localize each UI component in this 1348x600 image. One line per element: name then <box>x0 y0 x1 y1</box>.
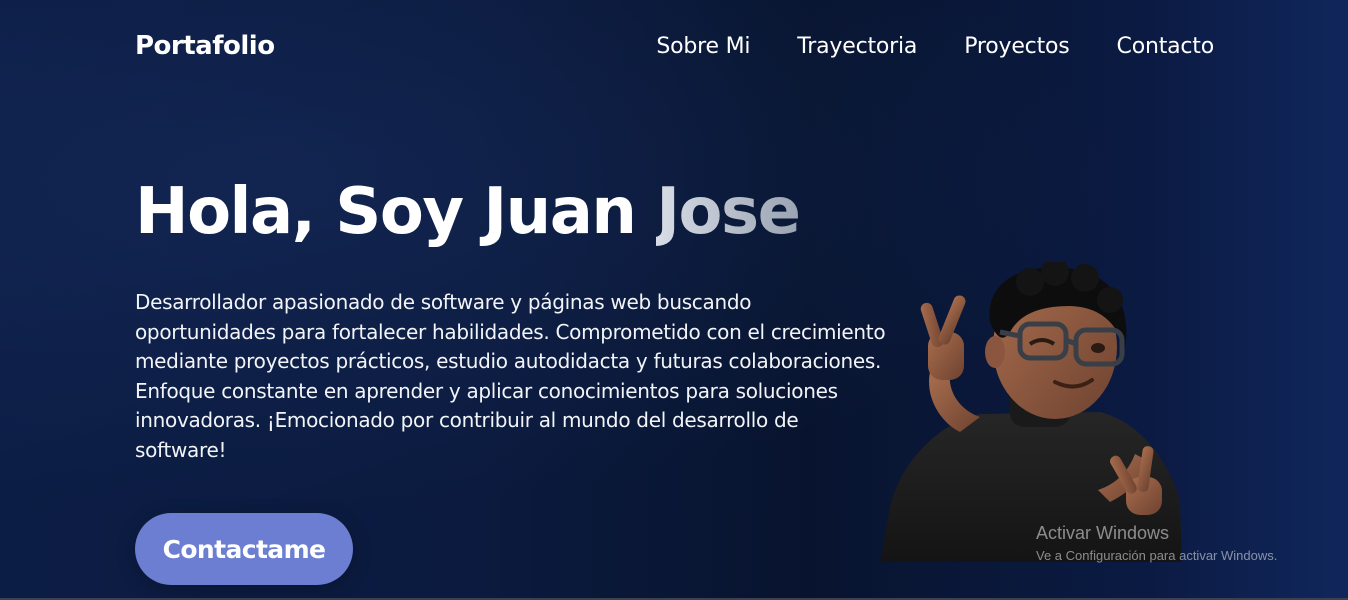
watermark-title: Activar Windows <box>1036 523 1170 543</box>
windows-activation-watermark: Activar Windows Ve a Configuración para … <box>1036 522 1277 566</box>
contact-button[interactable]: Contactame <box>135 513 353 585</box>
hero-title-main: Hola, Soy Juan <box>135 175 657 249</box>
hero-description: Desarrollador apasionado de software y p… <box>135 290 886 462</box>
nav-links: Sobre Mi Trayectoria Proyectos Contacto <box>656 34 1214 59</box>
hero-title-accent: Jose <box>656 175 801 249</box>
hero-title: Hola, Soy Juan Jose <box>135 170 895 254</box>
nav-link-proyectos[interactable]: Proyectos <box>964 34 1070 59</box>
nav-link-trayectoria[interactable]: Trayectoria <box>797 34 917 59</box>
navbar: Portafolio Sobre Mi Trayectoria Proyecto… <box>0 0 1348 96</box>
nav-link-contacto[interactable]: Contacto <box>1117 34 1215 59</box>
avatar-illustration <box>880 262 1182 562</box>
nav-link-sobre-mi[interactable]: Sobre Mi <box>656 34 750 59</box>
brand-logo[interactable]: Portafolio <box>135 31 275 61</box>
hero-section: Hola, Soy Juan Jose Desarrollador apasio… <box>135 170 895 462</box>
watermark-subtitle: Ve a Configuración para activar Windows. <box>1036 548 1278 563</box>
